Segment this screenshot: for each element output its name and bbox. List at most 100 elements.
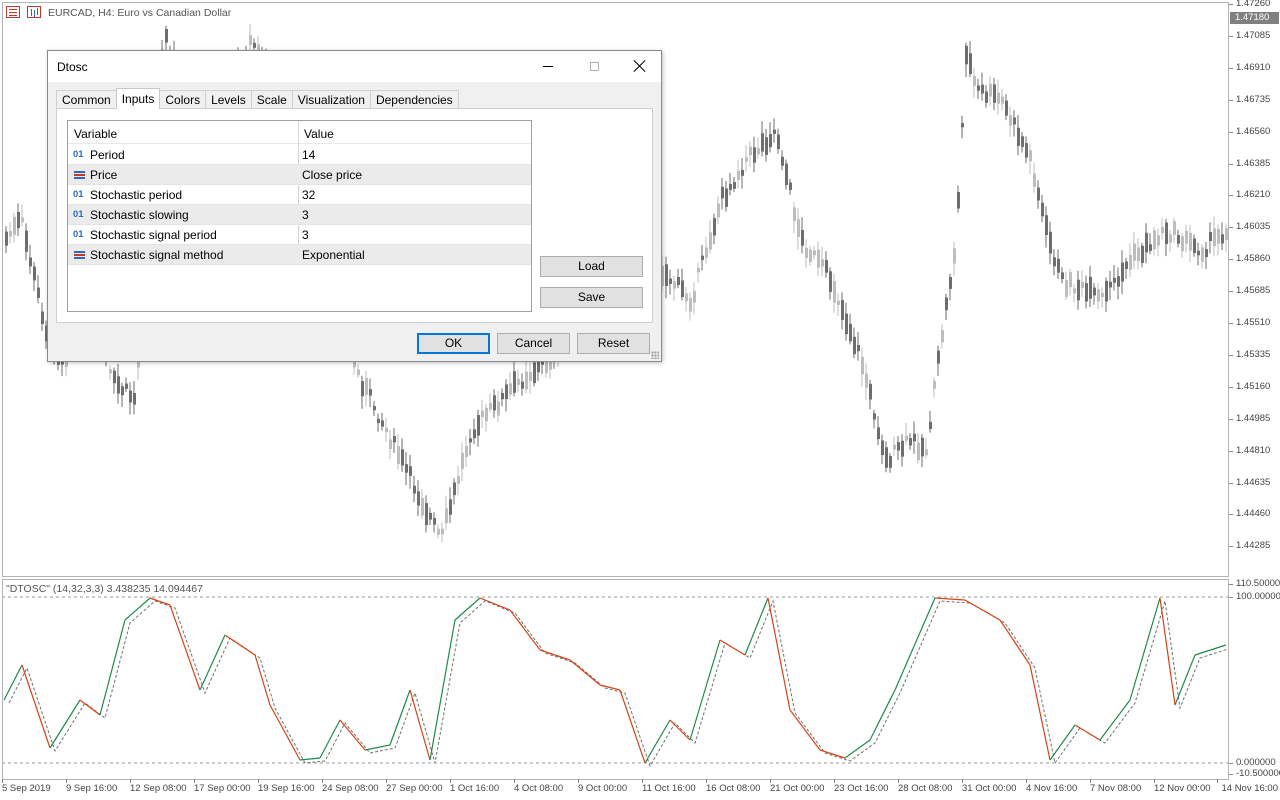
input-row-period[interactable]: 01 Period 14 <box>68 145 531 165</box>
candle <box>733 176 736 192</box>
ok-button[interactable]: OK <box>417 333 490 354</box>
oscillator-line-segment <box>479 597 511 611</box>
tab-levels[interactable]: Levels <box>205 90 252 109</box>
indicator-title: "DTOSC" (14,32,3,3) 3.438235 14.094467 <box>6 583 203 595</box>
time-axis-label: 4 Nov 16:00 <box>1026 783 1078 794</box>
candle <box>357 364 360 379</box>
candle <box>13 212 16 243</box>
price-axis-tick <box>1229 354 1233 356</box>
time-axis-label: 21 Oct 00:00 <box>770 783 825 794</box>
candle <box>37 275 40 304</box>
candle <box>745 145 748 173</box>
candle <box>1093 283 1096 305</box>
indicator-chart[interactable] <box>0 580 1229 779</box>
tab-colors[interactable]: Colors <box>159 90 207 109</box>
candle <box>901 434 904 467</box>
candle <box>377 413 380 432</box>
input-value[interactable]: 3 <box>302 228 309 242</box>
candle <box>1065 271 1068 301</box>
price-axis-tick <box>1229 99 1233 101</box>
candle <box>957 185 960 213</box>
candle <box>997 79 1000 115</box>
maximize-icon <box>589 61 599 71</box>
input-value[interactable]: Close price <box>302 168 362 182</box>
tab-scale[interactable]: Scale <box>250 90 293 109</box>
candle <box>817 241 820 276</box>
time-axis-label: 4 Oct 08:00 <box>514 783 564 794</box>
load-button[interactable]: Load <box>540 256 643 277</box>
tab-common[interactable]: Common <box>56 90 117 109</box>
candle <box>481 399 484 428</box>
candle <box>813 246 816 260</box>
candle <box>825 251 828 278</box>
indicator-axis-tick <box>1229 584 1233 585</box>
candle <box>385 417 388 443</box>
input-value[interactable]: 3 <box>302 208 309 222</box>
candle <box>725 180 728 212</box>
cancel-button[interactable]: Cancel <box>497 333 570 354</box>
tab-inputs[interactable]: Inputs <box>115 88 161 109</box>
candle <box>977 78 980 99</box>
column-header-variable[interactable]: Variable <box>74 127 117 141</box>
reset-button[interactable]: Reset <box>577 333 650 354</box>
input-value[interactable]: 32 <box>302 188 315 202</box>
candle <box>1113 265 1116 291</box>
oscillator-line-segment <box>689 639 721 741</box>
candle <box>1213 216 1216 257</box>
candle <box>1225 223 1228 253</box>
candle <box>1149 233 1152 255</box>
input-row-stochastic-signal-period[interactable]: 01 Stochastic signal period 3 <box>68 225 531 245</box>
input-row-stochastic-period[interactable]: 01 Stochastic period 32 <box>68 185 531 205</box>
candle <box>389 429 392 460</box>
dialog-titlebar[interactable]: Dtosc <box>48 51 661 82</box>
chart-bars-icon[interactable] <box>27 6 41 18</box>
close-button[interactable] <box>617 51 663 81</box>
resize-grip-icon[interactable] <box>651 351 659 359</box>
candle <box>25 223 28 261</box>
indicator-axis-tick <box>1229 597 1233 598</box>
time-axis-label: 24 Sep 08:00 <box>322 783 379 794</box>
save-button[interactable]: Save <box>540 287 643 308</box>
candle <box>797 207 800 250</box>
candle <box>737 159 740 189</box>
input-row-stochastic-signal-method[interactable]: Stochastic signal method Exponential <box>68 245 531 265</box>
chart-list-icon[interactable] <box>6 6 20 18</box>
candle <box>885 441 888 473</box>
price-axis-tick <box>1229 514 1233 516</box>
candle <box>133 381 136 415</box>
candle <box>461 442 464 481</box>
candle <box>857 332 860 361</box>
minimize-button[interactable] <box>525 51 571 81</box>
input-row-price[interactable]: Price Close price <box>68 165 531 185</box>
candle <box>805 239 808 268</box>
tab-visualization[interactable]: Visualization <box>291 90 371 109</box>
input-value[interactable]: 14 <box>302 148 315 162</box>
price-axis-label: 1.45335 <box>1236 348 1271 360</box>
candle <box>393 427 396 453</box>
candle <box>373 401 376 417</box>
candle <box>109 365 112 381</box>
tab-dependencies[interactable]: Dependencies <box>369 90 459 109</box>
price-axis-tick <box>1229 546 1233 548</box>
candle <box>877 416 880 446</box>
candle <box>417 480 420 516</box>
candle <box>765 128 768 162</box>
candle <box>497 390 500 423</box>
candle <box>669 269 672 295</box>
candle <box>965 42 968 78</box>
column-header-value[interactable]: Value <box>304 127 334 141</box>
candle <box>785 159 788 190</box>
candle <box>1165 218 1168 257</box>
input-value[interactable]: Exponential <box>302 248 365 262</box>
time-axis-label: 23 Oct 16:00 <box>834 783 889 794</box>
candle <box>681 268 684 301</box>
candle <box>1133 231 1136 270</box>
input-row-stochastic-slowing[interactable]: 01 Stochastic slowing 3 <box>68 205 531 225</box>
price-axis-label: 1.46735 <box>1236 93 1271 105</box>
candle <box>1089 265 1092 308</box>
candle <box>981 72 984 101</box>
candle <box>1053 249 1056 276</box>
price-axis-label: 1.45510 <box>1236 317 1271 328</box>
candle <box>1121 250 1124 295</box>
candle <box>881 434 884 464</box>
